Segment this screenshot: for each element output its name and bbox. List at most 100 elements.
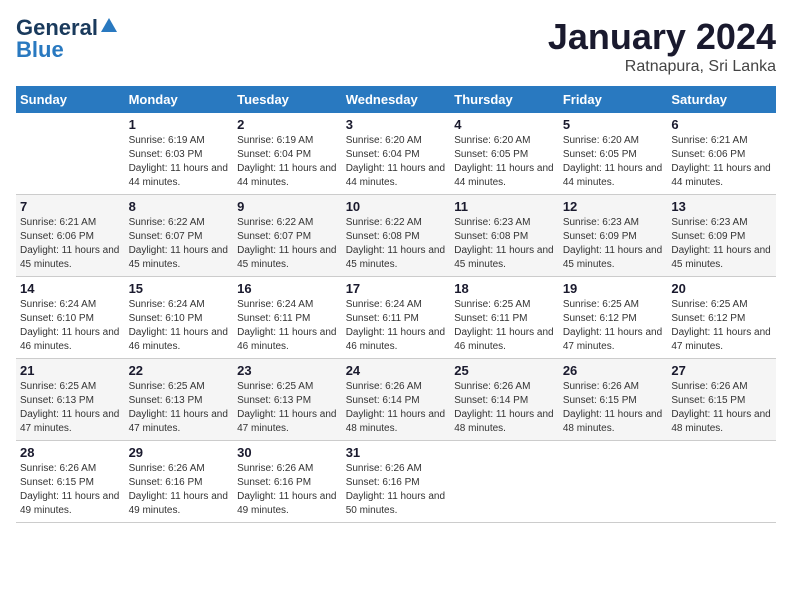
calendar-cell: 26 Sunrise: 6:26 AMSunset: 6:15 PMDayligh… xyxy=(559,359,668,441)
calendar-cell: 28 Sunrise: 6:26 AMSunset: 6:15 PMDayligh… xyxy=(16,441,125,523)
cell-sun-info: Sunrise: 6:24 AMSunset: 6:11 PMDaylight:… xyxy=(237,298,338,354)
calendar-cell: 31 Sunrise: 6:26 AMSunset: 6:16 PMDayligh… xyxy=(342,441,451,523)
logo-icon xyxy=(100,16,118,34)
calendar-cell xyxy=(667,441,776,523)
cell-sun-info: Sunrise: 6:19 AMSunset: 6:03 PMDaylight:… xyxy=(129,134,230,190)
day-number: 11 xyxy=(454,199,555,214)
calendar-cell: 21 Sunrise: 6:25 AMSunset: 6:13 PMDayligh… xyxy=(16,359,125,441)
cell-sun-info: Sunrise: 6:25 AMSunset: 6:13 PMDaylight:… xyxy=(237,380,338,436)
logo: General Blue xyxy=(16,16,118,61)
cell-sun-info: Sunrise: 6:24 AMSunset: 6:10 PMDaylight:… xyxy=(129,298,230,354)
day-number: 21 xyxy=(20,363,121,378)
cell-sun-info: Sunrise: 6:22 AMSunset: 6:08 PMDaylight:… xyxy=(346,216,447,272)
cell-sun-info: Sunrise: 6:26 AMSunset: 6:16 PMDaylight:… xyxy=(346,462,447,518)
cell-sun-info: Sunrise: 6:23 AMSunset: 6:09 PMDaylight:… xyxy=(563,216,664,272)
calendar-week-row: 21 Sunrise: 6:25 AMSunset: 6:13 PMDayligh… xyxy=(16,359,776,441)
calendar-cell xyxy=(450,441,559,523)
calendar-week-row: 28 Sunrise: 6:26 AMSunset: 6:15 PMDayligh… xyxy=(16,441,776,523)
calendar-cell xyxy=(559,441,668,523)
day-number: 31 xyxy=(346,445,447,460)
page-header: General Blue January 2024 Ratnapura, Sri… xyxy=(16,16,776,76)
weekday-header: Thursday xyxy=(450,86,559,113)
logo-general-text: General xyxy=(16,17,98,39)
calendar-cell: 30 Sunrise: 6:26 AMSunset: 6:16 PMDayligh… xyxy=(233,441,342,523)
cell-sun-info: Sunrise: 6:24 AMSunset: 6:10 PMDaylight:… xyxy=(20,298,121,354)
day-number: 5 xyxy=(563,117,664,132)
day-number: 10 xyxy=(346,199,447,214)
cell-sun-info: Sunrise: 6:20 AMSunset: 6:05 PMDaylight:… xyxy=(563,134,664,190)
calendar-cell: 29Sunrise: 6:26 AMSunset: 6:16 PMDayligh… xyxy=(125,441,234,523)
calendar-cell: 4 Sunrise: 6:20 AMSunset: 6:05 PMDaylight… xyxy=(450,113,559,195)
day-number: 8 xyxy=(129,199,230,214)
cell-sun-info: Sunrise: 6:21 AMSunset: 6:06 PMDaylight:… xyxy=(671,134,772,190)
calendar-header-row: SundayMondayTuesdayWednesdayThursdayFrid… xyxy=(16,86,776,113)
weekday-header: Wednesday xyxy=(342,86,451,113)
cell-sun-info: Sunrise: 6:26 AMSunset: 6:16 PMDaylight:… xyxy=(237,462,338,518)
cell-sun-info: Sunrise: 6:22 AMSunset: 6:07 PMDaylight:… xyxy=(129,216,230,272)
weekday-header: Friday xyxy=(559,86,668,113)
calendar-cell xyxy=(16,113,125,195)
cell-sun-info: Sunrise: 6:23 AMSunset: 6:09 PMDaylight:… xyxy=(671,216,772,272)
cell-sun-info: Sunrise: 6:26 AMSunset: 6:15 PMDaylight:… xyxy=(563,380,664,436)
cell-sun-info: Sunrise: 6:26 AMSunset: 6:16 PMDaylight:… xyxy=(129,462,230,518)
calendar-cell: 12 Sunrise: 6:23 AMSunset: 6:09 PMDayligh… xyxy=(559,195,668,277)
calendar-cell: 13Sunrise: 6:23 AMSunset: 6:09 PMDayligh… xyxy=(667,195,776,277)
day-number: 17 xyxy=(346,281,447,296)
calendar-cell: 9 Sunrise: 6:22 AMSunset: 6:07 PMDaylight… xyxy=(233,195,342,277)
day-number: 12 xyxy=(563,199,664,214)
weekday-header: Saturday xyxy=(667,86,776,113)
calendar-cell: 25Sunrise: 6:26 AMSunset: 6:14 PMDayligh… xyxy=(450,359,559,441)
day-number: 9 xyxy=(237,199,338,214)
day-number: 6 xyxy=(671,117,772,132)
weekday-header: Sunday xyxy=(16,86,125,113)
cell-sun-info: Sunrise: 6:25 AMSunset: 6:13 PMDaylight:… xyxy=(20,380,121,436)
cell-sun-info: Sunrise: 6:20 AMSunset: 6:04 PMDaylight:… xyxy=(346,134,447,190)
calendar-cell: 1Sunrise: 6:19 AMSunset: 6:03 PMDaylight… xyxy=(125,113,234,195)
cell-sun-info: Sunrise: 6:26 AMSunset: 6:15 PMDaylight:… xyxy=(20,462,121,518)
calendar-cell: 10 Sunrise: 6:22 AMSunset: 6:08 PMDayligh… xyxy=(342,195,451,277)
weekday-header: Tuesday xyxy=(233,86,342,113)
logo-blue-text: Blue xyxy=(16,39,64,61)
day-number: 28 xyxy=(20,445,121,460)
day-number: 24 xyxy=(346,363,447,378)
cell-sun-info: Sunrise: 6:25 AMSunset: 6:12 PMDaylight:… xyxy=(563,298,664,354)
calendar-cell: 23Sunrise: 6:25 AMSunset: 6:13 PMDayligh… xyxy=(233,359,342,441)
calendar-cell: 18Sunrise: 6:25 AMSunset: 6:11 PMDayligh… xyxy=(450,277,559,359)
day-number: 7 xyxy=(20,199,121,214)
cell-sun-info: Sunrise: 6:21 AMSunset: 6:06 PMDaylight:… xyxy=(20,216,121,272)
day-number: 27 xyxy=(671,363,772,378)
calendar-cell: 20Sunrise: 6:25 AMSunset: 6:12 PMDayligh… xyxy=(667,277,776,359)
day-number: 4 xyxy=(454,117,555,132)
day-number: 14 xyxy=(20,281,121,296)
weekday-header: Monday xyxy=(125,86,234,113)
calendar-cell: 24 Sunrise: 6:26 AMSunset: 6:14 PMDayligh… xyxy=(342,359,451,441)
day-number: 30 xyxy=(237,445,338,460)
day-number: 20 xyxy=(671,281,772,296)
calendar-week-row: 14 Sunrise: 6:24 AMSunset: 6:10 PMDayligh… xyxy=(16,277,776,359)
day-number: 3 xyxy=(346,117,447,132)
day-number: 26 xyxy=(563,363,664,378)
day-number: 25 xyxy=(454,363,555,378)
calendar-table: SundayMondayTuesdayWednesdayThursdayFrid… xyxy=(16,86,776,523)
calendar-cell: 7 Sunrise: 6:21 AMSunset: 6:06 PMDaylight… xyxy=(16,195,125,277)
day-number: 22 xyxy=(129,363,230,378)
cell-sun-info: Sunrise: 6:19 AMSunset: 6:04 PMDaylight:… xyxy=(237,134,338,190)
calendar-cell: 2Sunrise: 6:19 AMSunset: 6:04 PMDaylight… xyxy=(233,113,342,195)
page-subtitle: Ratnapura, Sri Lanka xyxy=(548,58,776,76)
title-section: January 2024 Ratnapura, Sri Lanka xyxy=(548,16,776,76)
calendar-cell: 22 Sunrise: 6:25 AMSunset: 6:13 PMDayligh… xyxy=(125,359,234,441)
cell-sun-info: Sunrise: 6:24 AMSunset: 6:11 PMDaylight:… xyxy=(346,298,447,354)
calendar-cell: 14 Sunrise: 6:24 AMSunset: 6:10 PMDayligh… xyxy=(16,277,125,359)
calendar-cell: 19Sunrise: 6:25 AMSunset: 6:12 PMDayligh… xyxy=(559,277,668,359)
cell-sun-info: Sunrise: 6:25 AMSunset: 6:13 PMDaylight:… xyxy=(129,380,230,436)
cell-sun-info: Sunrise: 6:23 AMSunset: 6:08 PMDaylight:… xyxy=(454,216,555,272)
cell-sun-info: Sunrise: 6:26 AMSunset: 6:14 PMDaylight:… xyxy=(346,380,447,436)
calendar-week-row: 1Sunrise: 6:19 AMSunset: 6:03 PMDaylight… xyxy=(16,113,776,195)
day-number: 18 xyxy=(454,281,555,296)
cell-sun-info: Sunrise: 6:20 AMSunset: 6:05 PMDaylight:… xyxy=(454,134,555,190)
cell-sun-info: Sunrise: 6:22 AMSunset: 6:07 PMDaylight:… xyxy=(237,216,338,272)
calendar-cell: 27Sunrise: 6:26 AMSunset: 6:15 PMDayligh… xyxy=(667,359,776,441)
page-title: January 2024 xyxy=(548,16,776,58)
day-number: 15 xyxy=(129,281,230,296)
calendar-cell: 8 Sunrise: 6:22 AMSunset: 6:07 PMDaylight… xyxy=(125,195,234,277)
